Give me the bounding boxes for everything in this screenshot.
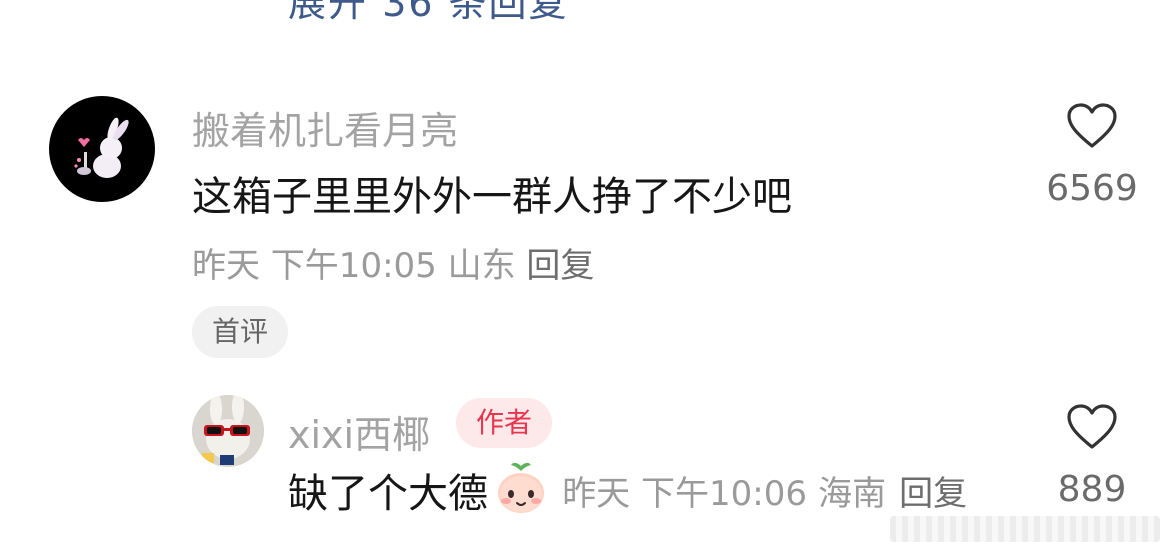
replier-avatar[interactable]: [192, 395, 264, 467]
comment-meta: 昨天 下午10:05 山东 回复: [192, 238, 594, 287]
reply-button[interactable]: 回复: [899, 466, 967, 515]
reply-row: 缺了个大德 昨天 下午10:06 海南 回复: [288, 460, 967, 520]
watermark: [890, 516, 1160, 542]
peach-emoji-icon: [493, 460, 549, 520]
expand-replies-link[interactable]: 展开 36 条回复: [288, 0, 569, 27]
bunny-sunglasses-avatar-icon: [192, 395, 264, 467]
reply-like-count: 889: [1057, 469, 1127, 510]
reply-time: 昨天 下午10:06: [562, 473, 807, 514]
commenter-avatar[interactable]: [49, 96, 155, 202]
first-comment-badge: 首评: [192, 306, 288, 358]
reply-location: 海南: [818, 473, 887, 514]
like-button[interactable]: [1066, 102, 1118, 154]
heart-icon: [1067, 103, 1117, 148]
reply-like-button[interactable]: [1066, 403, 1118, 455]
like-count: 6569: [1046, 168, 1138, 209]
replier-username[interactable]: xixi西椰: [288, 404, 430, 459]
heart-icon: [1067, 404, 1117, 449]
comment-location: 山东: [447, 246, 516, 286]
reply-text: 缺了个大德: [288, 471, 488, 517]
rabbit-avatar-icon: [74, 117, 129, 178]
comment-text: 这箱子里里外外一群人挣了不少吧: [192, 174, 792, 220]
reply-button[interactable]: 回复: [526, 246, 594, 286]
comment-time: 昨天 下午10:05: [192, 246, 437, 286]
commenter-username[interactable]: 搬着机扎看月亮: [192, 100, 458, 155]
author-badge: 作者: [456, 398, 552, 448]
